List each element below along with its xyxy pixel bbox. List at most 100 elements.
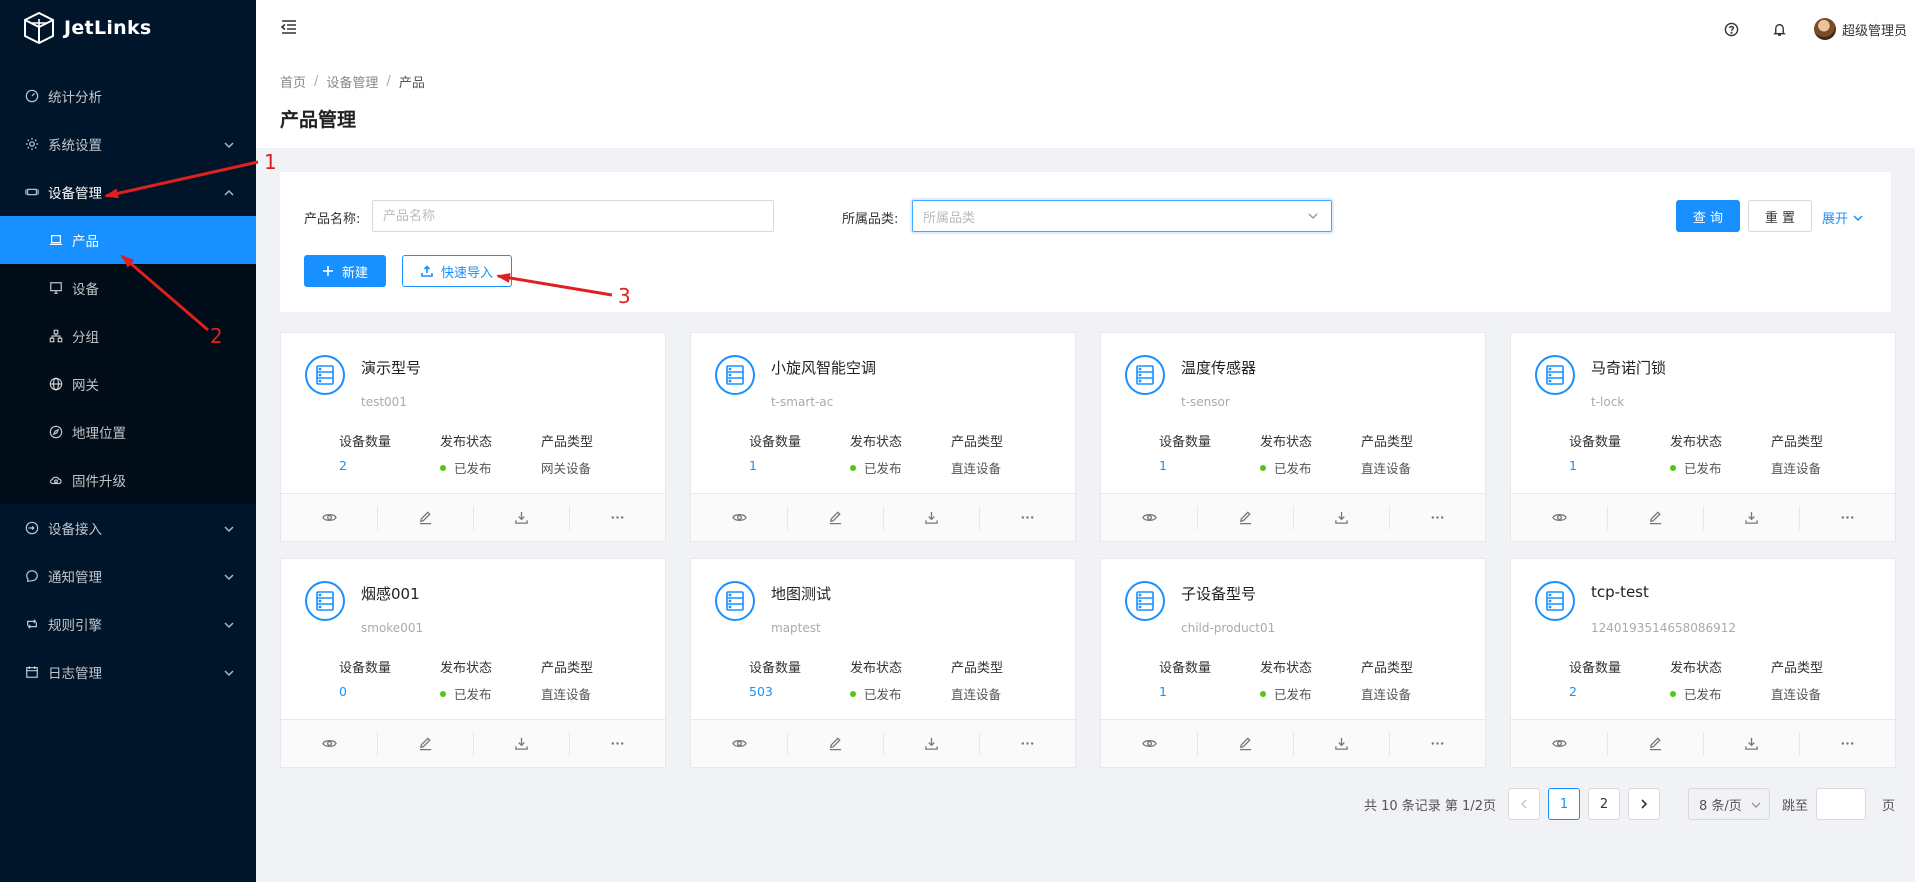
menu-item-device-access[interactable]: 设备接入 — [0, 504, 256, 552]
product-card[interactable]: 地图测试 maptest 设备数量 503 发布状态 已发布 产品类型 直连设备 — [690, 558, 1076, 768]
bell-icon[interactable] — [1771, 20, 1789, 38]
product-card[interactable]: 烟感001 smoke001 设备数量 0 发布状态 已发布 产品类型 直连设备 — [280, 558, 666, 768]
product-name[interactable]: 子设备型号 — [1181, 583, 1256, 604]
menu-fold-icon[interactable] — [280, 18, 300, 38]
view-button[interactable] — [1101, 720, 1197, 767]
breadcrumb-home[interactable]: 首页 — [280, 72, 306, 91]
annotation-number-1: 1 — [264, 150, 277, 174]
sidebar-item-geo-location[interactable]: 地理位置 — [0, 408, 256, 456]
publish-status: 发布状态 已发布 — [850, 657, 902, 703]
view-button[interactable] — [281, 720, 377, 767]
device-count-value[interactable]: 0 — [339, 684, 391, 699]
download-button[interactable] — [473, 720, 569, 767]
product-card[interactable]: 演示型号 test001 设备数量 2 发布状态 已发布 产品类型 网关设备 — [280, 332, 666, 542]
card-actions — [1511, 493, 1895, 541]
device-count-value[interactable]: 2 — [1569, 684, 1621, 699]
more-button[interactable] — [1799, 720, 1895, 767]
device-count-value[interactable]: 1 — [1159, 458, 1211, 473]
view-button[interactable] — [1101, 494, 1197, 541]
product-name[interactable]: tcp-test — [1591, 583, 1649, 601]
sidebar-item-device[interactable]: 设备 — [0, 264, 256, 312]
edit-button[interactable] — [1607, 494, 1703, 541]
view-button[interactable] — [1511, 720, 1607, 767]
view-button[interactable] — [281, 494, 377, 541]
edit-button[interactable] — [787, 720, 883, 767]
breadcrumb-device-management[interactable]: 设备管理 — [326, 72, 378, 91]
more-button[interactable] — [1389, 494, 1485, 541]
cluster-icon — [48, 328, 64, 344]
menu-item-rule-engine[interactable]: 规则引擎 — [0, 600, 256, 648]
download-button[interactable] — [473, 494, 569, 541]
edit-button[interactable] — [377, 494, 473, 541]
product-name[interactable]: 小旋风智能空调 — [771, 357, 876, 378]
view-button[interactable] — [691, 720, 787, 767]
product-card[interactable]: 小旋风智能空调 t-smart-ac 设备数量 1 发布状态 已发布 产品类型 直连设备 — [690, 332, 1076, 542]
more-button[interactable] — [569, 720, 665, 767]
device-count-value[interactable]: 2 — [339, 458, 391, 473]
product-card[interactable]: 马奇诺门锁 t-lock 设备数量 1 发布状态 已发布 产品类型 直连设备 — [1510, 332, 1896, 542]
category-select[interactable]: 所属品类 — [912, 200, 1332, 232]
reset-button[interactable]: 重 置 — [1748, 200, 1812, 232]
question-circle-icon[interactable] — [1723, 20, 1741, 38]
status-dot — [440, 690, 446, 697]
product-name-input[interactable] — [372, 200, 774, 232]
page-1-button[interactable]: 1 — [1547, 788, 1580, 820]
view-button[interactable] — [691, 494, 787, 541]
product-icon — [715, 581, 755, 621]
query-button[interactable]: 查 询 — [1676, 200, 1740, 232]
more-button[interactable] — [1799, 494, 1895, 541]
download-button[interactable] — [1703, 494, 1799, 541]
product-card[interactable]: tcp-test 1240193514658086912 设备数量 2 发布状态 已发布 产… — [1510, 558, 1896, 768]
edit-button[interactable] — [1197, 494, 1293, 541]
download-button[interactable] — [883, 720, 979, 767]
chevron-right-icon — [1641, 799, 1648, 809]
menu-item-system-settings[interactable]: 系统设置 — [0, 120, 256, 168]
product-icon — [1535, 355, 1575, 395]
edit-button[interactable] — [787, 494, 883, 541]
product-name[interactable]: 马奇诺门锁 — [1591, 357, 1666, 378]
page-size-select[interactable]: 8 条/页 — [1687, 788, 1770, 820]
edit-button[interactable] — [1607, 720, 1703, 767]
edit-button[interactable] — [377, 720, 473, 767]
product-card[interactable]: 温度传感器 t-sensor 设备数量 1 发布状态 已发布 产品类型 直连设备 — [1100, 332, 1486, 542]
device-count-value[interactable]: 1 — [1159, 684, 1211, 699]
device-count-value[interactable]: 1 — [1569, 458, 1621, 473]
jump-page-input[interactable] — [1815, 788, 1866, 820]
product-card[interactable]: 子设备型号 child-product01 设备数量 1 发布状态 已发布 产品类型 直连设备 — [1100, 558, 1486, 768]
page-2-button[interactable]: 2 — [1587, 788, 1620, 820]
sidebar-item-gateway[interactable]: 网关 — [0, 360, 256, 408]
more-button[interactable] — [979, 720, 1075, 767]
product-name[interactable]: 烟感001 — [361, 583, 420, 604]
product-name[interactable]: 演示型号 — [361, 357, 421, 378]
username[interactable]: 超级管理员 — [1842, 20, 1907, 39]
publish-status-label: 发布状态 — [440, 661, 493, 676]
publish-status-text: 已发布 — [454, 461, 492, 476]
menu-item-log-management[interactable]: 日志管理 — [0, 648, 256, 696]
more-button[interactable] — [1389, 720, 1485, 767]
sidebar-item-product[interactable]: 产品 — [0, 216, 256, 264]
sidebar-item-firmware[interactable]: 固件升级 — [0, 456, 256, 504]
download-button[interactable] — [1293, 720, 1389, 767]
download-button[interactable] — [883, 494, 979, 541]
product-name[interactable]: 地图测试 — [771, 583, 831, 604]
download-button[interactable] — [1703, 720, 1799, 767]
device-count: 设备数量 1 — [749, 431, 801, 473]
quick-import-button[interactable]: 快速导入 — [402, 255, 512, 287]
prev-page-button[interactable] — [1507, 788, 1540, 820]
view-button[interactable] — [1511, 494, 1607, 541]
menu-item-statistics[interactable]: 统计分析 — [0, 72, 256, 120]
new-product-button[interactable]: 新建 — [304, 255, 386, 287]
product-name[interactable]: 温度传感器 — [1181, 357, 1256, 378]
menu-item-notification[interactable]: 通知管理 — [0, 552, 256, 600]
next-page-button[interactable] — [1627, 788, 1660, 820]
device-count-value[interactable]: 503 — [749, 684, 801, 699]
edit-button[interactable] — [1197, 720, 1293, 767]
download-button[interactable] — [1293, 494, 1389, 541]
more-button[interactable] — [979, 494, 1075, 541]
avatar[interactable] — [1813, 18, 1836, 40]
expand-link[interactable]: 展开 — [1822, 208, 1864, 227]
device-count-value[interactable]: 1 — [749, 458, 801, 473]
menu-item-device-management[interactable]: 设备管理 — [0, 168, 256, 216]
logo[interactable]: JetLinks — [0, 0, 256, 56]
more-button[interactable] — [569, 494, 665, 541]
